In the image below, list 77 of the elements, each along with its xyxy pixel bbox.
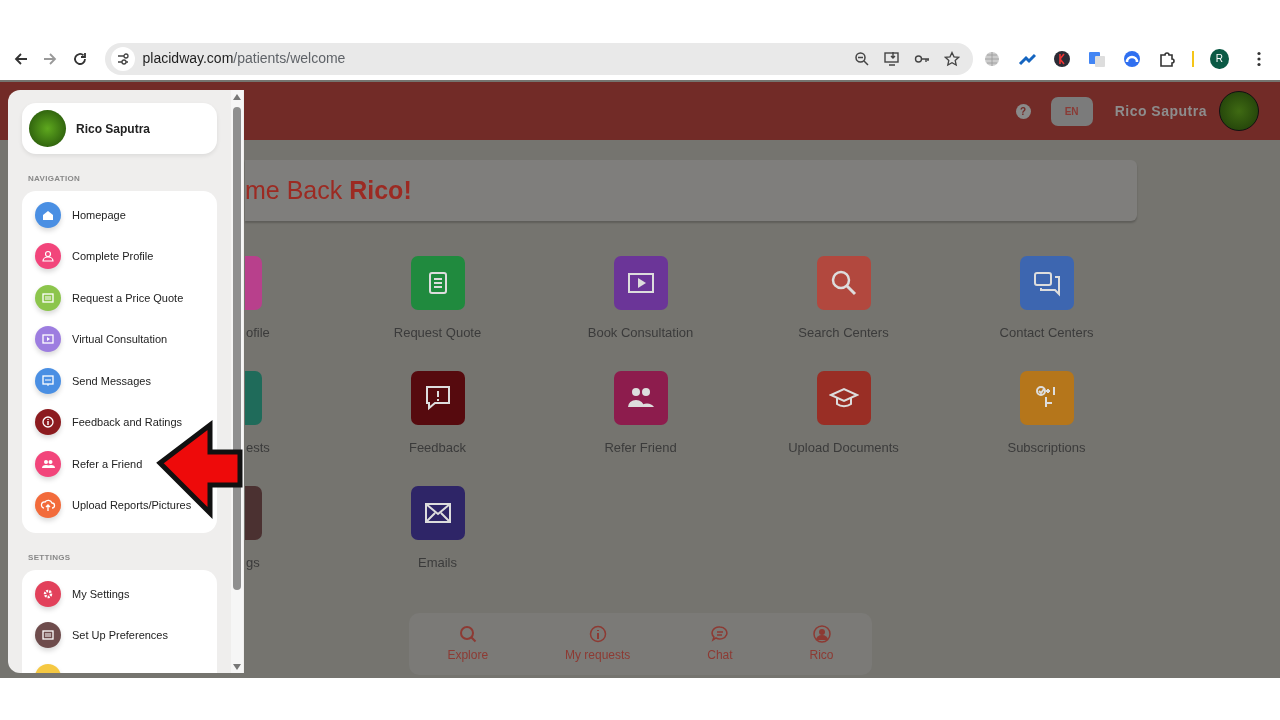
info-icon [588,624,607,643]
profile-avatar[interactable]: R [1210,48,1229,69]
list-card-icon[interactable] [35,622,61,649]
nav-tab[interactable]: Rico [803,624,840,664]
section-title: NAVIGATION [28,173,82,185]
back-arrow-icon [12,50,29,67]
app-tile-icon[interactable] [410,256,465,310]
scrollbar-track[interactable] [231,90,243,673]
url-text: placidway.com/patients/welcome [142,49,346,68]
scrollbar-thumb[interactable] [233,107,241,590]
app-tile-icon[interactable] [410,371,465,425]
tile-label[interactable]: Subscriptions [1007,438,1086,458]
tile-label[interactable]: Search Centers [798,323,889,343]
app-tile-icon[interactable] [613,371,668,425]
tile-label[interactable]: Upload Documents [788,438,899,458]
people-icon[interactable] [35,450,61,477]
tile-label[interactable]: Book Consultation [587,323,694,343]
reload-icon [71,50,88,67]
tile-label[interactable]: Emails [418,553,457,573]
tile-label[interactable]: Feedback [408,438,467,458]
address-bar[interactable]: placidway.com/patients/welcome [104,42,973,75]
app-tile-icon[interactable] [1019,371,1074,425]
menu-item[interactable]: Upload Reports/Pictures [72,497,192,514]
profile-card[interactable]: Rico Saputra [22,103,217,154]
tile-label[interactable]: Contact Centers [999,323,1094,343]
install-app-icon[interactable] [883,50,900,67]
gear-icon[interactable] [35,580,61,607]
zoom-out-icon[interactable] [853,50,870,67]
user-name: Rico Saputra [76,120,150,138]
menu-item[interactable]: Homepage [72,206,126,223]
user-icon [812,624,831,643]
help-icon[interactable]: ? [1015,103,1031,119]
tile-label[interactable]: gs [246,553,260,573]
menu-item[interactable]: Feedback and Ratings [72,414,183,431]
avatar-image [29,110,66,147]
info-icon[interactable] [35,409,61,436]
app-tile-icon[interactable] [613,256,668,310]
letter-k-logo-icon[interactable] [1053,49,1071,68]
app-tile-icon[interactable] [1019,256,1074,310]
nav-tab[interactable]: My requests [559,624,637,664]
menu-item[interactable]: Set Up Preferences [72,627,168,644]
menu-item[interactable]: Complete Profile [72,248,154,265]
site-settings-icon [115,51,130,66]
scroll-up-icon[interactable] [233,94,241,100]
cloud-upload-icon[interactable] [35,492,61,519]
menu-item[interactable]: My Settings [72,585,130,602]
star-icon[interactable] [943,50,960,67]
app-tile-icon[interactable] [816,371,871,425]
search-icon [458,624,477,643]
puzzle-piece-icon[interactable] [1157,49,1176,68]
forward-arrow-icon [42,50,59,67]
video-icon[interactable] [35,326,61,353]
welcome-heading: me Back Rico! [245,174,412,206]
chat-icon [710,624,729,643]
tile-label[interactable]: Refer Friend [604,438,677,458]
translate-icon[interactable] [1088,49,1106,68]
tile-label[interactable]: Request Quote [393,323,482,343]
person-icon[interactable] [35,243,61,270]
message-icon[interactable] [35,367,61,394]
house-icon[interactable] [35,201,61,228]
more-menu-icon[interactable] [1257,50,1262,67]
section-title: SETTINGS [28,552,72,564]
nav-tab[interactable]: Chat [701,624,739,664]
nav-tab[interactable]: Explore [441,624,495,664]
menu-item[interactable]: Virtual Consultation [72,331,168,348]
menu-item[interactable]: Request a Price Quote [72,289,184,306]
avatar-image[interactable] [1219,91,1259,131]
tile-label[interactable]: ests [246,438,270,458]
language-button[interactable]: EN [1050,96,1093,126]
app-tile-icon[interactable] [816,256,871,310]
scroll-down-icon[interactable] [233,664,241,670]
tile-label[interactable]: ofile [246,323,270,343]
user-name[interactable]: Rico Saputra [1114,100,1207,122]
arch-logo-icon[interactable] [1122,49,1141,68]
menu-item[interactable]: Refer a Friend [72,455,143,472]
menu-item[interactable]: Send Messages [72,372,151,389]
app-tile-icon[interactable] [410,486,465,540]
